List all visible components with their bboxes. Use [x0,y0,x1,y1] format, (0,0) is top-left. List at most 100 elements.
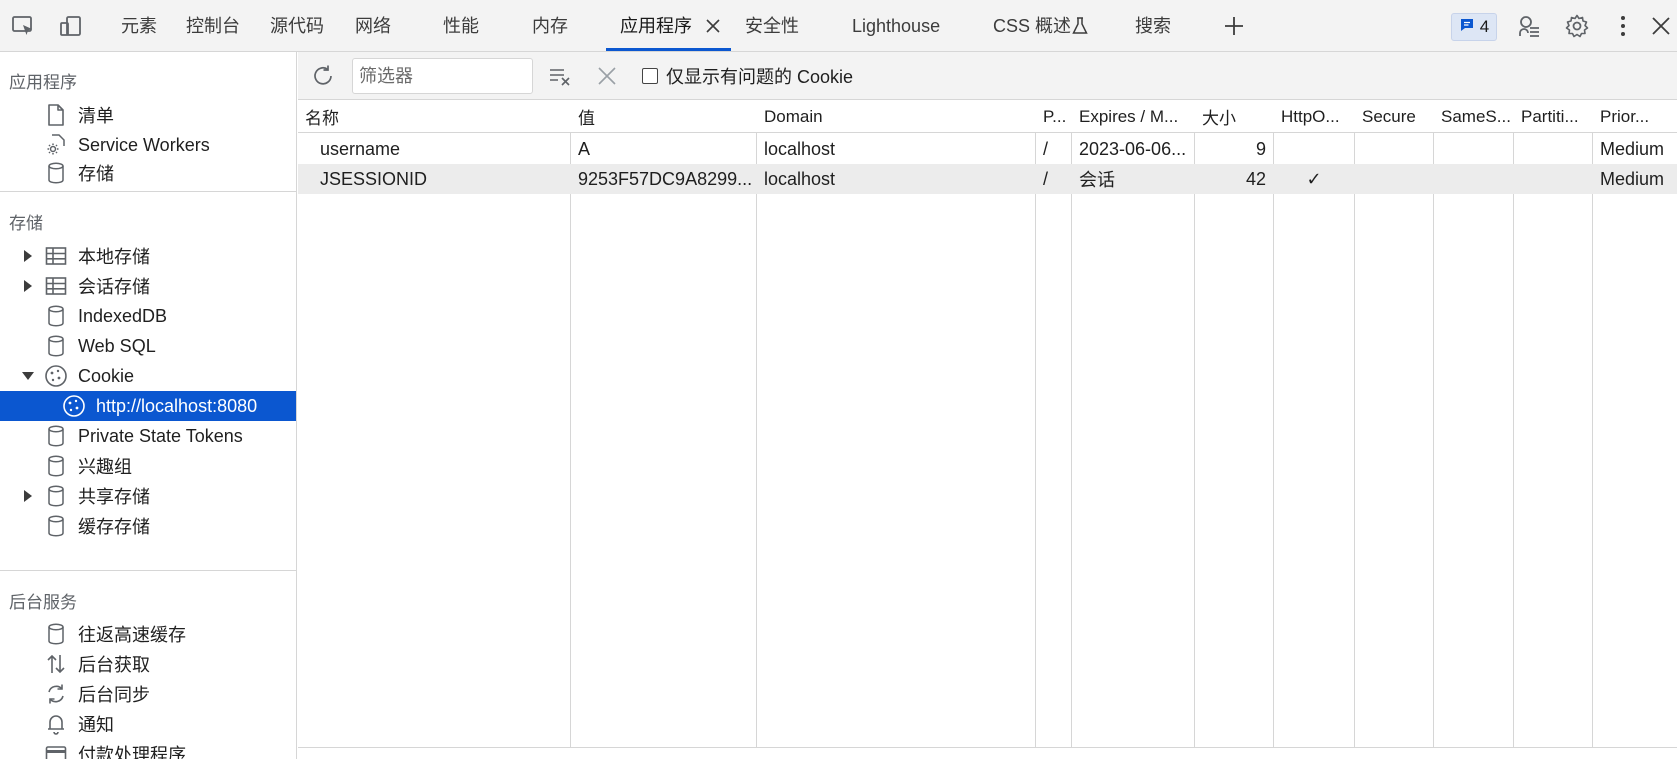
sidebar-item-manifest[interactable]: 清单 [0,100,296,130]
sidebar-item-label: 后台获取 [78,655,150,675]
column-header-expires[interactable]: Expires / M... [1072,101,1194,132]
column-divider[interactable] [570,101,571,747]
cookie-icon [44,364,68,388]
sidebar-item-service-workers[interactable]: Service Workers [0,130,296,160]
column-header-httponly[interactable]: HttpO... [1274,101,1354,132]
tab-security[interactable]: 安全性 [745,0,799,52]
database-icon [44,454,68,478]
sidebar-item-background-fetch[interactable]: 后台获取 [0,649,296,679]
add-tab-icon[interactable] [1221,14,1247,38]
sidebar-item-session-storage[interactable]: 会话存储 [0,271,296,301]
tab-sources[interactable]: 源代码 [270,0,324,52]
sidebar-item-indexeddb[interactable]: IndexedDB [0,301,296,331]
tab-performance[interactable]: 性能 [443,0,479,52]
settings-gear-icon[interactable] [1564,14,1590,38]
table-header-row: 名称 值 Domain P... Expires / M... 大小 HttpO… [298,101,1677,133]
fetch-arrows-icon [44,652,68,676]
sidebar-item-local-storage[interactable]: 本地存储 [0,241,296,271]
sidebar-item-interest-groups[interactable]: 兴趣组 [0,451,296,481]
sidebar-item-background-sync[interactable]: 后台同步 [0,679,296,709]
cookie-secure-cell [1355,164,1433,194]
tab-css-overview[interactable]: CSS 概述 [993,0,1071,52]
sidebar-item-shared-storage[interactable]: 共享存储 [0,481,296,511]
close-devtools-icon[interactable] [1648,14,1674,38]
expand-arrow-icon[interactable] [22,250,34,262]
more-options-icon[interactable] [1610,14,1636,38]
expand-arrow-icon[interactable] [22,490,34,502]
filter-input[interactable] [352,58,533,94]
cookie-domain-cell: localhost [764,168,836,189]
database-icon [44,514,68,538]
sidebar-item-label: 本地存储 [78,247,150,267]
devtools-tab-bar: 元素 控制台 源代码 网络 性能 内存 应用程序 安全性 Lighthouse … [0,0,1677,52]
sidebar-item-storage-overview[interactable]: 存储 [0,158,296,188]
tab-elements[interactable]: 元素 [121,0,157,52]
column-divider[interactable] [756,101,757,747]
active-tab-indicator [606,48,731,51]
sidebar-item-cookie-origin[interactable]: http://localhost:8080 [0,391,296,421]
column-header-size[interactable]: 大小 [1195,101,1273,132]
cookie-secure-cell [1355,134,1433,164]
tab-memory[interactable]: 内存 [532,0,568,52]
sidebar-item-payment-handler[interactable]: 付款处理程序 [0,739,296,759]
column-header-domain[interactable]: Domain [757,101,1035,132]
flask-icon [1067,14,1093,38]
device-toolbar-icon[interactable] [58,14,84,38]
sidebar-item-label: 缓存存储 [78,517,150,537]
sidebar-item-private-state-tokens[interactable]: Private State Tokens [0,421,296,451]
column-divider[interactable] [1433,101,1434,747]
customize-icon[interactable] [1517,14,1543,38]
delete-selected-icon[interactable] [594,64,620,88]
column-divider[interactable] [1035,101,1036,747]
collapse-arrow-icon[interactable] [22,370,34,382]
cookies-toolbar: 仅显示有问题的 Cookie [298,52,1677,100]
issues-count: 4 [1479,17,1490,36]
sidebar-item-label: http://localhost:8080 [96,395,258,416]
cookie-size-cell: 42 [1245,168,1266,189]
bell-icon [44,712,68,736]
column-header-samesite[interactable]: SameS... [1434,101,1513,132]
expand-arrow-icon[interactable] [22,280,34,292]
column-header-path[interactable]: P... [1036,101,1071,132]
column-header-value[interactable]: 值 [571,101,756,132]
table-row[interactable]: username A localhost / 2023-06-06... 9 M… [298,134,1677,164]
cookie-samesite-cell [1434,164,1513,194]
inspect-element-icon[interactable] [10,14,36,38]
section-divider [0,191,296,192]
tab-lighthouse[interactable]: Lighthouse [852,0,940,52]
column-divider[interactable] [1071,101,1072,747]
tab-application[interactable]: 应用程序 [620,0,692,52]
cookie-priority-cell: Medium [1600,138,1665,159]
column-divider[interactable] [1194,101,1195,747]
file-icon [44,103,68,127]
sidebar-item-cookies[interactable]: Cookie [0,361,296,391]
refresh-icon[interactable] [310,64,336,88]
sidebar-item-label: 兴趣组 [78,457,132,477]
tab-search[interactable]: 搜索 [1135,0,1171,52]
column-divider[interactable] [1354,101,1355,747]
close-icon[interactable] [700,14,726,38]
issues-badge[interactable]: 4 [1451,13,1497,41]
database-icon [44,424,68,448]
tab-network[interactable]: 网络 [355,0,391,52]
sidebar-item-notifications[interactable]: 通知 [0,709,296,739]
sidebar-item-label: 通知 [78,715,114,735]
column-header-partition-key[interactable]: Partiti... [1514,101,1592,132]
sidebar-item-web-sql[interactable]: Web SQL [0,331,296,361]
column-divider[interactable] [1273,101,1274,747]
table-row[interactable]: JSESSIONID 9253F57DC9A8299... localhost … [298,164,1677,194]
sidebar-item-back-forward-cache[interactable]: 往返高速缓存 [0,619,296,649]
column-divider[interactable] [1592,101,1593,747]
column-divider[interactable] [1513,101,1514,747]
clear-all-icon[interactable] [547,64,573,88]
only-issues-checkbox[interactable] [642,68,658,84]
cookie-domain-cell: localhost [764,138,836,159]
application-sidebar: 应用程序 清单 Service Workers 存储 存储 本地存储 会话存储 … [0,52,297,759]
column-header-priority[interactable]: Prior... [1593,101,1677,132]
only-issues-filter[interactable]: 仅显示有问题的 Cookie [642,64,853,88]
sidebar-item-cache-storage[interactable]: 缓存存储 [0,511,296,541]
column-header-secure[interactable]: Secure [1355,101,1433,132]
tab-console[interactable]: 控制台 [186,0,240,52]
column-header-name[interactable]: 名称 [298,101,570,132]
gear-icon [44,133,68,157]
